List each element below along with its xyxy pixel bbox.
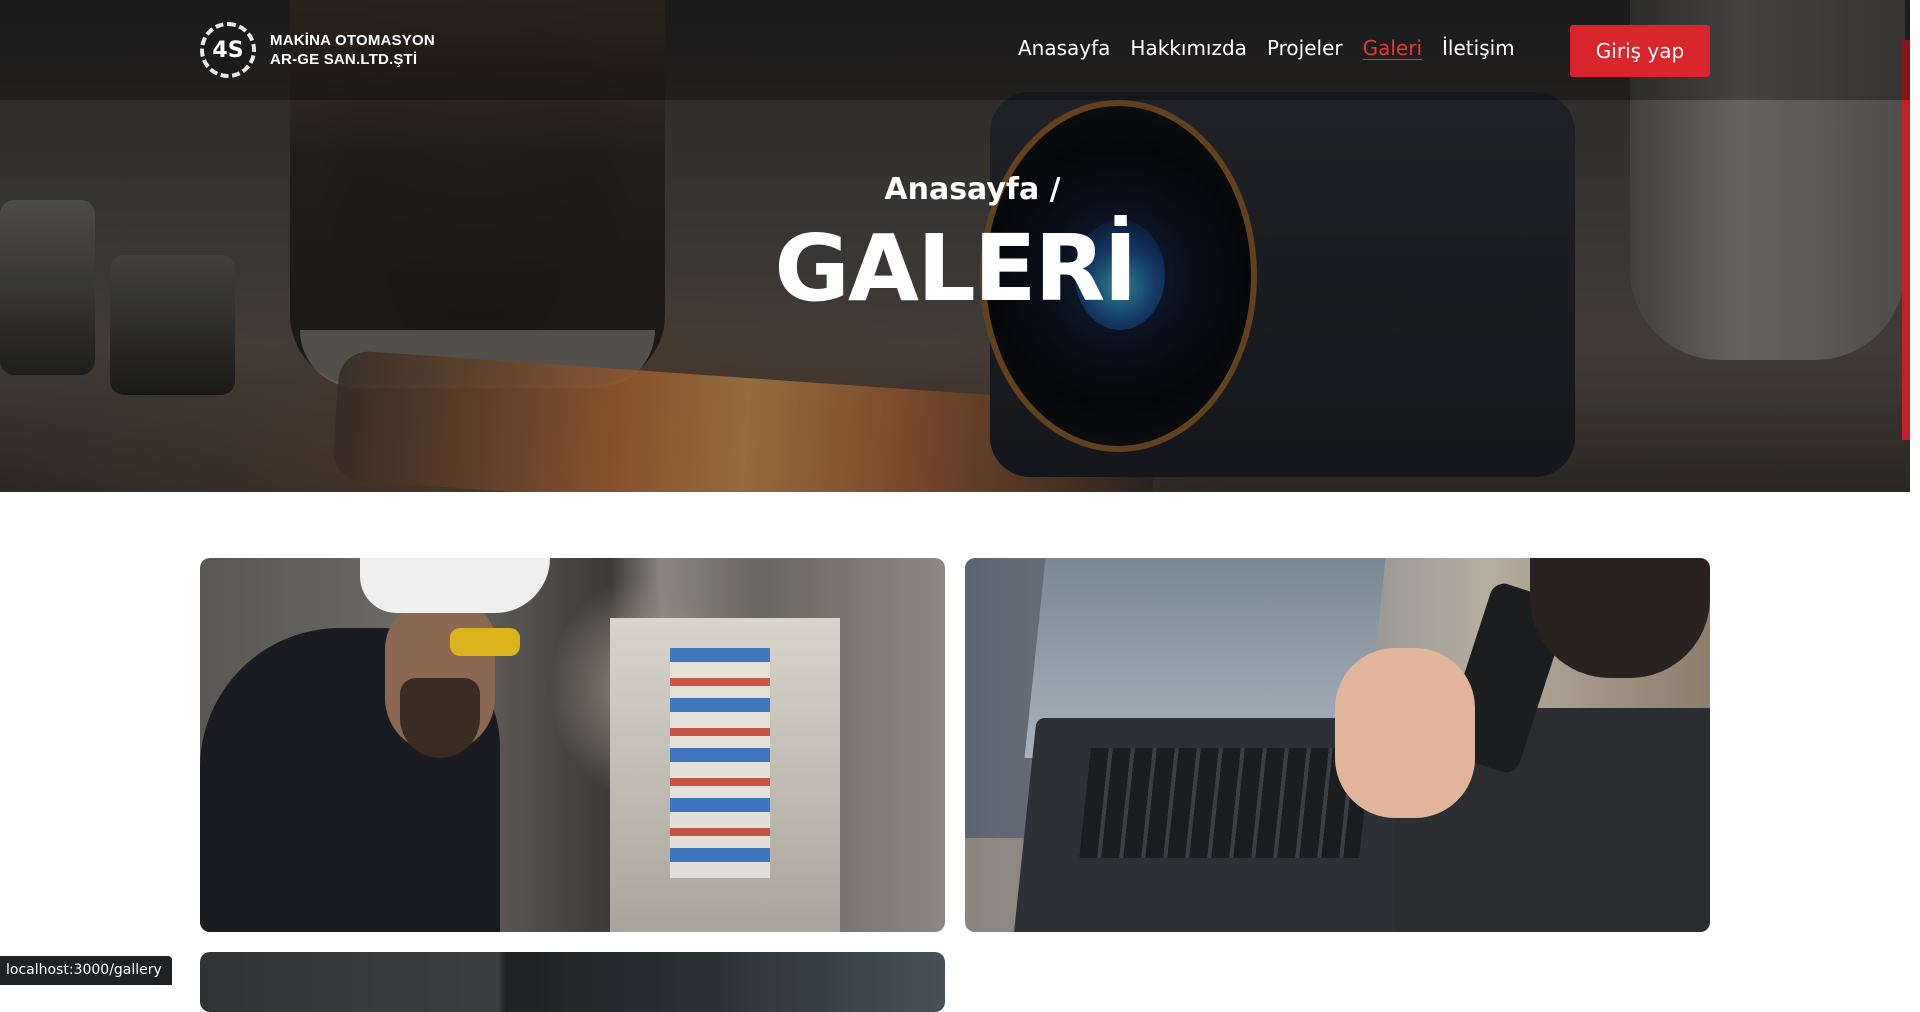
- man-hair: [1530, 558, 1710, 678]
- breadcrumb-text[interactable]: Anasayfa /: [884, 172, 1060, 207]
- laptop-keyboard: [1079, 748, 1371, 858]
- circuit-breakers: [670, 648, 770, 878]
- gallery-item-3[interactable]: [200, 952, 945, 1012]
- brand[interactable]: 4S MAKİNA OTOMASYON AR-GE SAN.LTD.ŞTİ: [200, 22, 435, 78]
- brand-name-line2: AR-GE SAN.LTD.ŞTİ: [270, 51, 418, 68]
- status-url: localhost:3000/gallery: [0, 956, 172, 985]
- main-nav: Anasayfa Hakkımızda Projeler Galeri İlet…: [1018, 36, 1515, 60]
- safety-glasses: [450, 628, 520, 656]
- navbar: 4S MAKİNA OTOMASYON AR-GE SAN.LTD.ŞTİ An…: [0, 0, 1910, 100]
- worker-beard: [400, 678, 480, 758]
- page-title: GALERİ: [774, 215, 1137, 322]
- login-button[interactable]: Giriş yap: [1570, 25, 1710, 77]
- hard-hat: [360, 558, 550, 613]
- man-hand: [1335, 648, 1475, 818]
- brand-name: MAKİNA OTOMASYON AR-GE SAN.LTD.ŞTİ: [270, 31, 435, 69]
- brand-name-line1: MAKİNA OTOMASYON: [270, 32, 435, 49]
- nav-item-projeler[interactable]: Projeler: [1267, 36, 1343, 60]
- nav-item-galeri[interactable]: Galeri: [1363, 36, 1422, 60]
- gallery-item-laptop-call[interactable]: [965, 558, 1710, 932]
- nav-item-anasayfa[interactable]: Anasayfa: [1018, 36, 1110, 60]
- breadcrumb: Anasayfa /: [0, 172, 1910, 207]
- nav-item-iletisim[interactable]: İletişim: [1442, 36, 1515, 60]
- gallery-item-electrician[interactable]: [200, 558, 945, 932]
- nav-item-hakkimizda[interactable]: Hakkımızda: [1130, 36, 1247, 60]
- company-logo[interactable]: 4S: [200, 22, 256, 78]
